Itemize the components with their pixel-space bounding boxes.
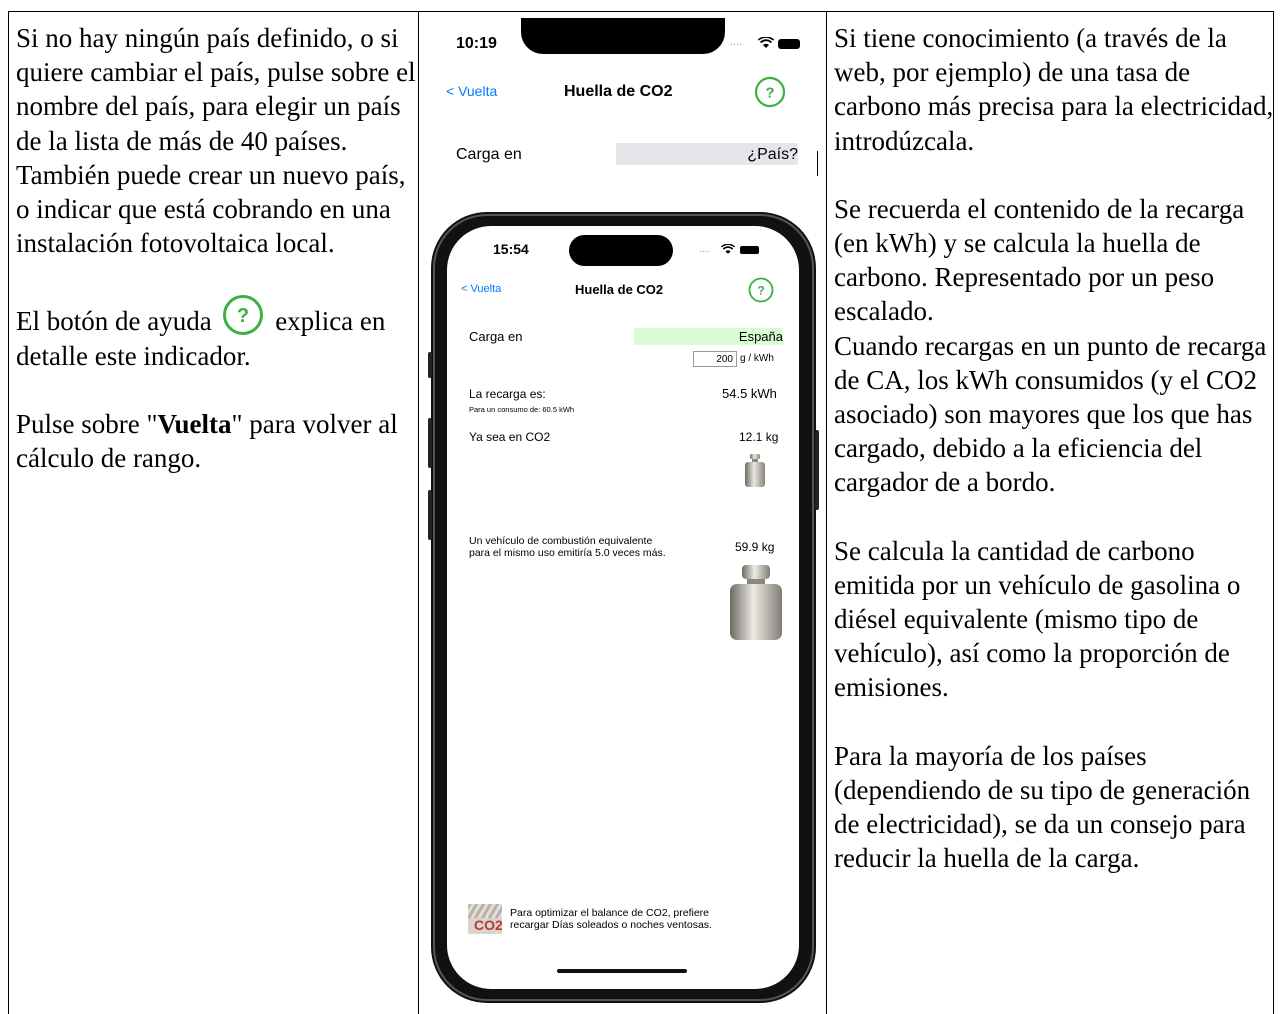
back-button[interactable]: < Vuelta <box>461 283 501 295</box>
country-selector[interactable]: ¿País? <box>616 143 798 165</box>
right-paragraph-ac: Cuando recargas en un punto de recarga d… <box>834 330 1267 498</box>
country-selector[interactable]: España <box>634 328 783 345</box>
tip-text: Para optimizar el balance de CO2, prefie… <box>510 907 712 931</box>
back-text-before: Pulse sobre " <box>16 408 158 439</box>
combustion-line-1: Un vehículo de combustión equivalente <box>469 535 653 547</box>
table-top-border <box>8 11 1274 12</box>
back-keyword: Vuelta <box>157 408 232 439</box>
nav-title: Huella de CO2 <box>564 83 673 100</box>
right-paragraph-rate: Si tiene conocimiento (a través de la we… <box>834 23 1274 156</box>
tip-line-1: Para optimizar el balance de CO2, prefie… <box>510 907 710 919</box>
left-text-column: Si no hay ningún país definido, o si qui… <box>16 21 416 475</box>
status-time: 10:19 <box>456 35 497 52</box>
crop-edge <box>817 151 818 176</box>
nav-title: Huella de CO2 <box>575 282 664 297</box>
right-paragraph-recharge: Se recuerda el contenido de la recarga (… <box>834 193 1245 327</box>
phone-side-button <box>428 418 432 468</box>
combustion-line-2: para el mismo uso emitiría 5.0 veces más… <box>469 547 666 559</box>
right-text-column: Si tiene conocimiento (a través de la we… <box>834 21 1274 875</box>
help-icon[interactable]: ? <box>754 76 786 108</box>
help-icon: ? <box>223 295 264 336</box>
large-weight-icon <box>730 565 782 640</box>
phone-side-button <box>428 352 432 378</box>
consumption-label: Para un consumo de: 60.5 kWh <box>469 405 574 414</box>
right-paragraph-combustion: Se calcula la cantidad de carbono emitid… <box>834 535 1241 703</box>
co2-tip-icon-text: CO2 <box>474 917 502 933</box>
co2-label: Ya sea en CO2 <box>469 430 551 444</box>
combustion-text: Un vehículo de combustión equivalente pa… <box>469 535 666 559</box>
consumption-label-text: Para un consumo de: <box>469 405 541 414</box>
svg-text:?: ? <box>757 284 764 298</box>
recharge-value: 54.5 kWh <box>722 386 777 401</box>
svg-text:?: ? <box>765 85 774 102</box>
charge-label: Carga en <box>456 146 522 163</box>
wifi-icon <box>758 37 774 48</box>
phone-power-button <box>815 430 819 510</box>
battery-icon <box>740 246 759 254</box>
phone-notch <box>521 18 725 54</box>
left-paragraph-country: Si no hay ningún país definido, o si qui… <box>16 23 416 259</box>
co2-tip-icon: CO2 <box>468 904 502 934</box>
help-icon[interactable]: ? <box>748 277 774 303</box>
table-border-middle-left <box>418 11 419 1014</box>
signal-dots: .... <box>730 36 743 48</box>
co2-value: 12.1 kg <box>739 430 779 444</box>
signal-dots: .... <box>699 244 711 255</box>
screenshot-no-country: 10:19 .... < Vuelta Huella de CO2 ? Carg… <box>428 18 818 176</box>
small-weight-icon <box>745 454 765 487</box>
home-indicator <box>557 969 687 973</box>
battery-icon <box>778 39 800 49</box>
combustion-value: 59.9 kg <box>735 540 775 554</box>
carbon-rate-unit: g / kWh <box>740 353 774 364</box>
carbon-rate-input[interactable]: 200 <box>693 351 737 367</box>
right-paragraph-tip: Para la mayoría de los países (dependien… <box>834 740 1251 874</box>
svg-text:?: ? <box>237 305 249 327</box>
charge-label: Carga en <box>469 329 523 344</box>
back-button[interactable]: < Vuelta <box>446 83 497 99</box>
status-time: 15:54 <box>493 241 529 257</box>
consumption-value: 60.5 kWh <box>542 405 575 414</box>
dynamic-island <box>569 235 673 266</box>
phone-screen: 15:54 .... < Vuelta Huella de CO2 ? Carg… <box>447 226 799 989</box>
tip-line-2: recargar Días soleados o noches ventosas… <box>510 919 712 931</box>
table-border-middle-right <box>826 11 827 1014</box>
phone-side-button <box>428 490 432 540</box>
table-border-left <box>8 11 9 1014</box>
left-paragraph-help: El botón de ayuda ? explica en detalle e… <box>16 294 416 372</box>
recharge-label: La recarga es: <box>469 387 546 401</box>
wifi-icon <box>721 244 735 254</box>
help-text-before: El botón de ayuda <box>16 306 212 337</box>
left-paragraph-back: Pulse sobre "Vuelta" para volver al cálc… <box>16 407 416 475</box>
